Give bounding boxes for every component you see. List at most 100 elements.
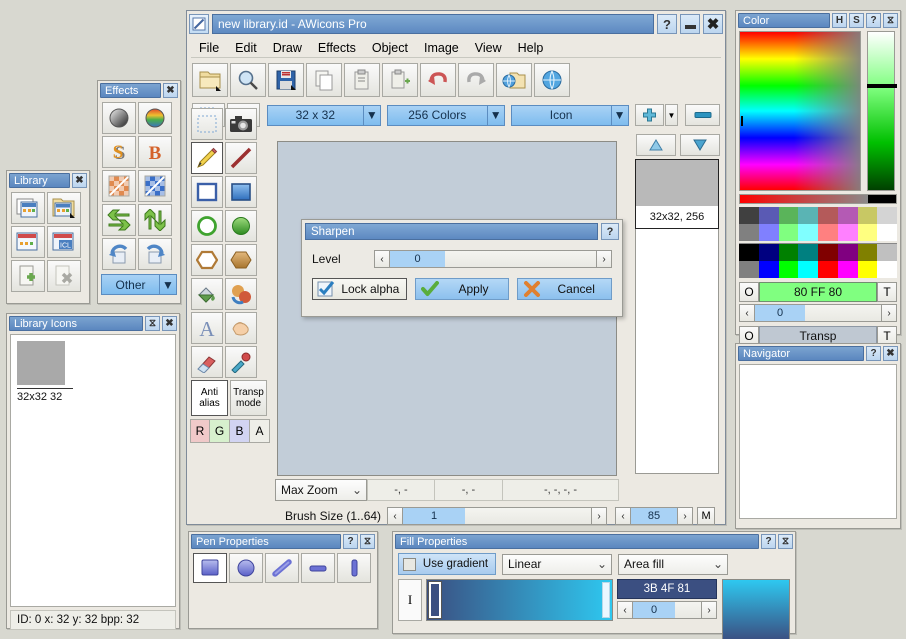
opacity-track[interactable]: 85 xyxy=(631,507,677,525)
level-increment-button[interactable]: › xyxy=(596,250,612,268)
palette-swatch[interactable] xyxy=(759,261,779,278)
delete-library-item-button[interactable] xyxy=(47,260,81,292)
format-combo[interactable]: Icon ▼ xyxy=(511,105,629,126)
gradient-stop-end[interactable] xyxy=(602,582,610,618)
gradient-type-combo[interactable]: Linear ⌄ xyxy=(502,554,612,575)
color-palette[interactable] xyxy=(739,207,897,278)
stop-color-field[interactable]: 3B 4F 81 xyxy=(617,579,717,599)
library-icons-close-button[interactable]: ✖ xyxy=(162,316,177,331)
redo-button[interactable] xyxy=(458,63,494,97)
opacity-mode-button[interactable]: M xyxy=(697,507,715,525)
channel-b-toggle[interactable]: B xyxy=(230,419,250,443)
level-track[interactable]: 0 xyxy=(390,250,596,268)
help-button[interactable]: ? xyxy=(657,14,677,34)
use-gradient-checkbox[interactable]: Use gradient xyxy=(398,553,496,575)
polygon-filled-tool[interactable] xyxy=(225,244,257,276)
add-image-button[interactable] xyxy=(635,104,664,126)
text-tool[interactable]: A xyxy=(191,312,223,344)
palette-swatch[interactable] xyxy=(877,261,897,278)
pen-shape-horizontal-button[interactable] xyxy=(301,553,335,583)
color-help-button[interactable]: ? xyxy=(866,13,881,28)
palette-swatch[interactable] xyxy=(798,244,818,261)
effect-shadow-button[interactable]: SS xyxy=(102,136,136,168)
menu-item-draw[interactable]: Draw xyxy=(265,41,310,55)
color-sat-button[interactable]: S xyxy=(849,13,864,28)
open-library-panel-button[interactable] xyxy=(47,192,81,224)
library-icons-pin-button[interactable]: ⧖ xyxy=(145,316,160,331)
pen-shape-diagonal-button[interactable] xyxy=(265,553,299,583)
channel-g-toggle[interactable]: G xyxy=(210,419,230,443)
brush-decrement-button[interactable]: ‹ xyxy=(387,507,403,525)
other-effects-combo[interactable]: Other ▼ xyxy=(101,274,177,295)
channel-a-toggle[interactable]: A xyxy=(250,419,270,443)
palette-swatch[interactable] xyxy=(739,244,759,261)
foreground-transparent-button[interactable]: T xyxy=(877,282,897,302)
palette-swatch[interactable] xyxy=(858,224,878,241)
palette-swatch[interactable] xyxy=(838,244,858,261)
pen-shape-circle-button[interactable] xyxy=(229,553,263,583)
navigator-help-button[interactable]: ? xyxy=(866,346,881,361)
paste-new-button[interactable] xyxy=(382,63,418,97)
palette-swatch[interactable] xyxy=(798,261,818,278)
palette-swatch[interactable] xyxy=(877,224,897,241)
opacity-increment-button[interactable]: › xyxy=(677,507,693,525)
sharpen-help-button[interactable]: ? xyxy=(601,223,619,240)
palette-swatch[interactable] xyxy=(779,207,799,224)
zoom-combo[interactable]: Max Zoom ⌄ xyxy=(275,479,367,501)
rectangle-filled-tool[interactable] xyxy=(225,176,257,208)
new-library-button[interactable] xyxy=(11,192,45,224)
navigator-close-button[interactable]: ✖ xyxy=(883,346,898,361)
value-slider-handle[interactable] xyxy=(867,84,897,88)
save-library-button[interactable] xyxy=(11,226,45,258)
palette-swatch[interactable] xyxy=(818,244,838,261)
brush-increment-button[interactable]: › xyxy=(591,507,607,525)
foreground-color-field[interactable]: 80 FF 80 xyxy=(759,282,877,302)
rectangle-outline-tool[interactable] xyxy=(191,176,223,208)
polygon-outline-tool[interactable] xyxy=(191,244,223,276)
library-close-button[interactable]: ✖ xyxy=(72,173,87,188)
palette-swatch[interactable] xyxy=(858,207,878,224)
effect-checker-blue-button[interactable] xyxy=(138,170,172,202)
image-list[interactable]: 32x32, 256 xyxy=(635,159,719,229)
brush-size-track[interactable]: 1 xyxy=(403,507,591,525)
close-button[interactable]: ✖ xyxy=(703,14,723,34)
palette-swatch[interactable] xyxy=(818,207,838,224)
level-decrement-button[interactable]: ‹ xyxy=(374,250,390,268)
open-library-button[interactable] xyxy=(192,63,228,97)
color-hue-button[interactable]: H xyxy=(832,13,847,28)
palette-swatch[interactable] xyxy=(838,207,858,224)
palette-swatch[interactable] xyxy=(877,207,897,224)
effect-rotate-right-button[interactable] xyxy=(138,238,172,270)
copy-button[interactable] xyxy=(306,63,342,97)
save-button[interactable] xyxy=(268,63,304,97)
save-icl-button[interactable]: ICL xyxy=(47,226,81,258)
library-icons-list[interactable]: 32x32 32 xyxy=(10,334,176,607)
color-spectrum[interactable] xyxy=(739,31,861,191)
palette-swatch[interactable] xyxy=(858,261,878,278)
paste-button[interactable] xyxy=(344,63,380,97)
minimize-button[interactable] xyxy=(680,14,700,34)
lock-alpha-button[interactable]: Lock alpha xyxy=(312,278,407,300)
hue-strip[interactable] xyxy=(739,194,897,204)
add-image-dropdown[interactable]: ▼ xyxy=(665,104,679,126)
menu-item-object[interactable]: Object xyxy=(364,41,416,55)
globe-button[interactable] xyxy=(534,63,570,97)
foreground-alpha-increment[interactable]: › xyxy=(881,304,897,322)
palette-swatch[interactable] xyxy=(739,261,759,278)
size-combo[interactable]: 32 x 32 ▼ xyxy=(267,105,381,126)
effects-close-button[interactable]: ✖ xyxy=(163,83,178,98)
fill-pin-button[interactable]: ⧖ xyxy=(778,534,793,549)
smudge-tool[interactable] xyxy=(225,312,257,344)
undo-button[interactable] xyxy=(420,63,456,97)
ellipse-filled-tool[interactable] xyxy=(225,210,257,242)
palette-swatch[interactable] xyxy=(759,224,779,241)
remove-image-button[interactable] xyxy=(685,104,720,126)
channel-r-toggle[interactable]: R xyxy=(190,419,210,443)
move-down-button[interactable] xyxy=(680,134,720,156)
menu-item-file[interactable]: File xyxy=(191,41,227,55)
fill-type-combo[interactable]: Area fill ⌄ xyxy=(618,554,728,575)
palette-swatch[interactable] xyxy=(739,207,759,224)
pencil-tool[interactable] xyxy=(191,142,223,174)
library-icon-item[interactable]: 32x32 32 xyxy=(17,341,79,403)
palette-swatch[interactable] xyxy=(877,244,897,261)
